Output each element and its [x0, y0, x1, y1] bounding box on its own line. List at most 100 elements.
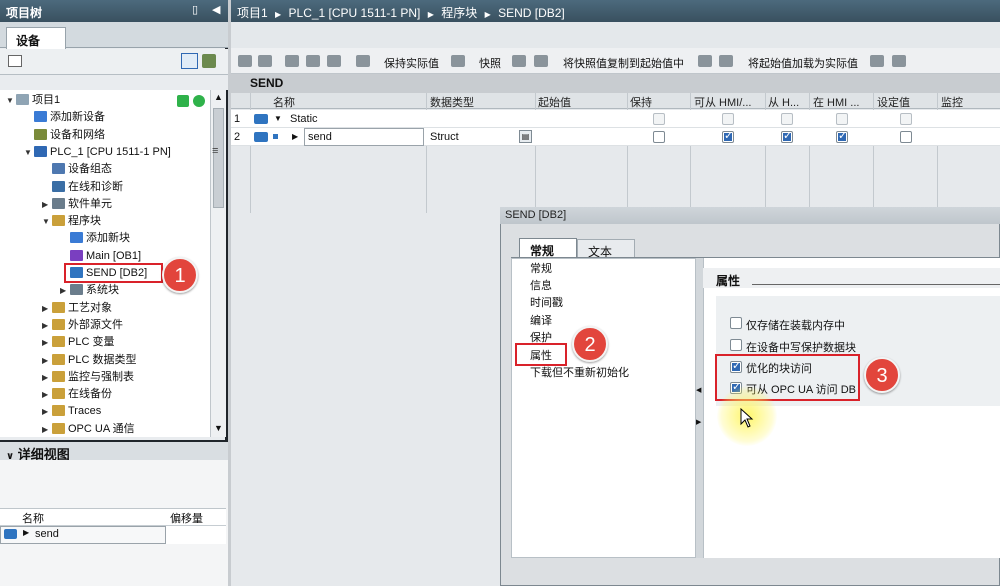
- snapshot-compare-icon[interactable]: [534, 55, 548, 67]
- load-memory-only-label[interactable]: 仅存储在装载内存中: [746, 317, 845, 333]
- load-values-icon[interactable]: [698, 55, 712, 67]
- tree-item[interactable]: 添加新设备: [24, 109, 105, 126]
- retain-checkbox[interactable]: [653, 131, 665, 143]
- tree-twisty-icon[interactable]: ▶: [42, 300, 52, 317]
- download-2-icon[interactable]: [892, 55, 906, 67]
- tree-twisty-icon[interactable]: ▼: [42, 213, 52, 230]
- tree-item[interactable]: ▼ PLC_1 [CPU 1511-1 PN]: [24, 144, 171, 161]
- load-start-button[interactable]: 将起始值加载为实际值: [748, 55, 858, 71]
- tab-general[interactable]: 常规: [519, 238, 577, 258]
- write-protect-label[interactable]: 在设备中写保护数据块: [746, 339, 856, 355]
- tree-item[interactable]: 设备和网络: [24, 127, 105, 144]
- scroll-down-icon[interactable]: ▼: [214, 423, 223, 433]
- optimized-access-checkbox[interactable]: [730, 359, 742, 373]
- nav-compile[interactable]: 编译: [530, 314, 552, 329]
- splitter-right-icon[interactable]: ▶: [696, 418, 701, 426]
- keep-actual-button[interactable]: 保持实际值: [384, 55, 439, 71]
- expand-icon[interactable]: ▶: [23, 528, 29, 537]
- col-hmi-visible[interactable]: 在 HMI ...: [813, 94, 859, 110]
- opc-ua-access-checkbox[interactable]: [730, 380, 742, 394]
- nav-timestamp[interactable]: 时间戳: [530, 296, 563, 311]
- hmi-visible-checkbox[interactable]: [836, 129, 848, 143]
- breadcrumb-item-db[interactable]: SEND [DB2]: [498, 6, 565, 20]
- tree-twisty-icon[interactable]: ▶: [60, 282, 70, 299]
- splitter-handle-icon[interactable]: ≡: [212, 145, 218, 157]
- table-row[interactable]: [231, 110, 1000, 128]
- tree-item[interactable]: 设备组态: [42, 161, 112, 178]
- scroll-thumb[interactable]: [213, 108, 224, 208]
- col-start-value[interactable]: 起始值: [538, 94, 571, 110]
- tree-item[interactable]: ▶ OPC UA 通信: [42, 421, 135, 438]
- tree-twisty-icon[interactable]: ▶: [42, 196, 52, 213]
- tab-devices[interactable]: 设备: [6, 27, 66, 49]
- tree-twisty-icon[interactable]: ▶: [42, 386, 52, 403]
- load-memory-only-checkbox[interactable]: [730, 317, 742, 329]
- tree-item[interactable]: 在线和诊断: [42, 179, 123, 196]
- pin-icon[interactable]: ▯: [192, 3, 198, 16]
- snapshot-button[interactable]: 快照: [479, 55, 501, 71]
- monitor-glasses-icon[interactable]: [356, 55, 370, 67]
- expand-icon[interactable]: ▶: [292, 128, 298, 146]
- tree-twisty-icon[interactable]: ▶: [42, 352, 52, 369]
- tree-twisty-icon[interactable]: ▶: [42, 403, 52, 420]
- col-hmi-from[interactable]: 从 H...: [768, 94, 799, 110]
- breadcrumb-item-plc[interactable]: PLC_1 [CPU 1511-1 PN]: [289, 6, 421, 20]
- detail-view-header[interactable]: ∨ 详细视图: [0, 440, 228, 462]
- tree-twisty-icon[interactable]: ▼: [6, 92, 16, 109]
- tree-item[interactable]: 添加新块: [60, 230, 130, 247]
- col-name[interactable]: 名称: [273, 94, 295, 110]
- collapse-all-icon[interactable]: [306, 55, 320, 67]
- tab-text[interactable]: 文本: [577, 239, 635, 259]
- col-datatype[interactable]: 数据类型: [430, 94, 474, 110]
- tree-item[interactable]: ▶ 监控与强制表: [42, 369, 134, 386]
- tree-item[interactable]: ▶ PLC 数据类型: [42, 352, 136, 369]
- tree-twisty-icon[interactable]: ▼: [24, 144, 34, 161]
- tree-item[interactable]: ▶ Traces: [42, 403, 101, 420]
- tree-item[interactable]: ▼ 程序块: [42, 213, 101, 230]
- collapse-left-icon[interactable]: ◀: [212, 3, 220, 16]
- splitter-left-icon[interactable]: ◀: [696, 386, 701, 394]
- tree-item[interactable]: ▶ 在线备份: [42, 386, 112, 403]
- scroll-up-icon[interactable]: ▲: [214, 92, 223, 102]
- dialog-splitter[interactable]: ◀ ▶: [696, 258, 703, 558]
- row-datatype[interactable]: Struct: [430, 128, 459, 146]
- hmi-from-checkbox[interactable]: [781, 129, 793, 143]
- breadcrumb-item-project[interactable]: 项目1: [237, 6, 268, 20]
- tree-scrollbar[interactable]: ▲ ▼: [210, 90, 226, 437]
- tree-twisty-icon[interactable]: ▶: [42, 421, 52, 438]
- col-setpoint[interactable]: 设定值: [877, 94, 910, 110]
- add-device-tool-icon[interactable]: [202, 54, 216, 68]
- collapse-icon[interactable]: ▼: [274, 110, 282, 128]
- col-monitor[interactable]: 监控: [941, 94, 963, 110]
- download-icon[interactable]: [870, 55, 884, 67]
- tree-twisty-icon[interactable]: ▶: [42, 317, 52, 334]
- grid-view-icon[interactable]: [8, 55, 22, 67]
- row-name[interactable]: Static: [290, 110, 318, 128]
- hmi-access-checkbox[interactable]: [722, 129, 734, 143]
- nav-general[interactable]: 常规: [530, 262, 552, 277]
- tree-item[interactable]: ▶ 工艺对象: [42, 300, 112, 317]
- nav-download-no-reinit[interactable]: 下载但不重新初始化: [530, 366, 629, 381]
- tree-item[interactable]: ▶ 软件单元: [42, 196, 112, 213]
- tree-item[interactable]: ▶ 外部源文件: [42, 317, 123, 334]
- snapshot-copy-icon[interactable]: [512, 55, 526, 67]
- copy-snapshot-button[interactable]: 将快照值复制到起始值中: [563, 55, 684, 71]
- setpoint-checkbox[interactable]: [900, 131, 912, 143]
- insert-row-icon[interactable]: [238, 55, 252, 67]
- nav-info[interactable]: 信息: [530, 279, 552, 294]
- tree-item[interactable]: ▶ PLC 变量: [42, 334, 114, 351]
- snapshot-db-icon[interactable]: [451, 55, 465, 67]
- row-name[interactable]: send: [308, 128, 332, 146]
- col-hmi-access[interactable]: 可从 HMI/...: [694, 94, 751, 110]
- tree-item[interactable]: ▼ 项目1: [6, 92, 60, 109]
- add-row-icon[interactable]: [258, 55, 272, 67]
- list-icon[interactable]: [327, 55, 341, 67]
- tree-twisty-icon[interactable]: ▶: [42, 334, 52, 351]
- list-view-icon[interactable]: [181, 53, 198, 69]
- col-retain[interactable]: 保持: [630, 94, 652, 110]
- detail-row-send[interactable]: ▶ send: [0, 526, 166, 544]
- type-picker-icon[interactable]: ▤: [519, 130, 532, 143]
- tree-twisty-icon[interactable]: ▶: [42, 369, 52, 386]
- write-protect-checkbox[interactable]: [730, 339, 742, 351]
- breadcrumb-item-blocks[interactable]: 程序块: [441, 6, 477, 20]
